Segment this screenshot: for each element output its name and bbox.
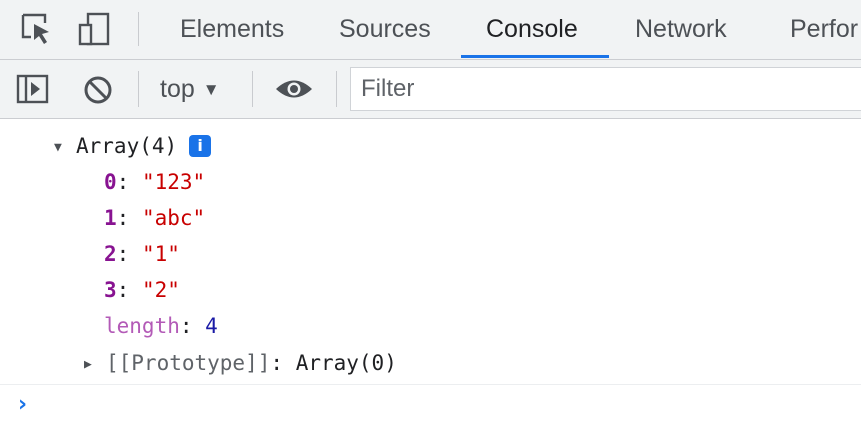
context-selector-label: top	[160, 75, 195, 103]
colon: :	[116, 206, 130, 230]
length-key: length	[104, 314, 180, 338]
tab-bar-divider	[138, 12, 139, 46]
array-index: 2	[104, 242, 117, 266]
prototype-row[interactable]: ▶ [[Prototype]]: Array(0)	[84, 345, 397, 381]
inspect-element-icon[interactable]	[20, 12, 52, 51]
dropdown-arrow-icon: ▼	[202, 80, 220, 99]
colon: :	[116, 170, 130, 194]
toolbar-divider	[336, 71, 337, 107]
info-icon[interactable]: i	[189, 135, 212, 157]
live-expression-eye-icon[interactable]	[274, 76, 314, 107]
expand-triangle-down-icon[interactable]: ▼	[54, 130, 76, 166]
console-prompt-chevron-icon[interactable]: ›	[18, 392, 27, 417]
clear-console-icon[interactable]	[82, 74, 114, 111]
tab-performance[interactable]: Perfor	[790, 0, 858, 59]
expand-triangle-right-icon[interactable]: ▶	[84, 347, 106, 383]
colon: :	[179, 314, 193, 338]
array-index: 1	[104, 206, 117, 230]
console-output: ▼ Array(4) i 0: "123" 1: "abc" 2: "1" 3: "…	[0, 119, 861, 444]
array-index: 0	[104, 170, 117, 194]
array-header-row[interactable]: ▼ Array(4) i	[54, 128, 212, 166]
toolbar-divider	[138, 71, 139, 107]
array-item-row: 3: "2"	[104, 272, 180, 308]
tab-network[interactable]: Network	[635, 0, 727, 59]
devtools-tab-bar: Elements Sources Console Network Perfor	[0, 0, 861, 60]
toolbar-divider	[252, 71, 253, 107]
array-item-row: 2: "1"	[104, 236, 180, 272]
array-header-text: Array(4)	[76, 134, 178, 158]
tab-sources[interactable]: Sources	[339, 0, 431, 59]
show-sidebar-icon[interactable]	[16, 73, 50, 110]
array-value: "abc"	[141, 206, 206, 230]
array-item-row: 1: "abc"	[104, 200, 205, 236]
array-value: "123"	[141, 170, 206, 194]
prototype-key: [[Prototype]]	[106, 351, 271, 375]
filter-input[interactable]	[350, 67, 861, 111]
prompt-divider	[0, 384, 861, 385]
device-toolbar-icon[interactable]	[78, 12, 112, 51]
colon: :	[270, 351, 284, 375]
array-value: "1"	[141, 242, 180, 266]
length-row: length: 4	[104, 308, 218, 344]
array-item-row: 0: "123"	[104, 164, 205, 200]
colon: :	[116, 278, 130, 302]
tab-elements[interactable]: Elements	[180, 0, 284, 59]
colon: :	[116, 242, 130, 266]
active-tab-indicator	[461, 55, 609, 58]
array-index: 3	[104, 278, 117, 302]
prototype-value: Array(0)	[295, 351, 397, 375]
array-value: "2"	[141, 278, 180, 302]
length-value: 4	[205, 314, 218, 338]
tab-console[interactable]: Console	[486, 0, 578, 59]
context-selector[interactable]: top ▼	[160, 60, 220, 118]
